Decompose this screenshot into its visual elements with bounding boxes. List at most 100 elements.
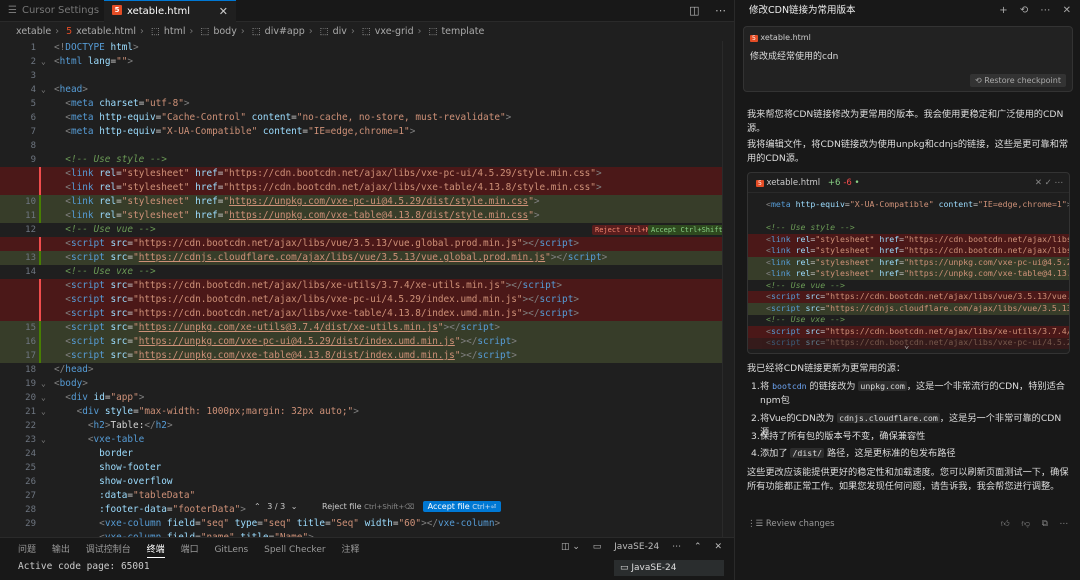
breadcrumb-item[interactable]: div xyxy=(333,26,347,37)
new-chat-icon[interactable]: + xyxy=(999,5,1007,16)
code-line-removed: <link rel="stylesheet" href="https://cdn… xyxy=(0,181,722,195)
code-line: 21 ⌄ <div style="max-width: 1000px;margin… xyxy=(25,406,359,417)
code-line: 19 ⌄ <body> xyxy=(25,378,88,389)
html5-icon: 5 xyxy=(756,180,764,187)
diff-counter: 3 / 3 xyxy=(267,502,286,511)
chat-title: 修改CDN链接为常用版本 xyxy=(749,5,856,16)
code-line-removed: <script src="https://cdn.bootcdn.net/aja… xyxy=(0,293,722,307)
editor-scrollbar[interactable] xyxy=(722,41,734,537)
panel-tab-problems[interactable]: 问题 xyxy=(18,545,36,555)
breadcrumb-item[interactable]: xetable xyxy=(16,26,51,37)
terminal-icon: ▭ xyxy=(592,542,602,552)
code-line: 24 border xyxy=(25,448,134,459)
code-line-removed: <script src="https://cdn.bootcdn.net/aja… xyxy=(0,237,722,251)
code-line: 22 <h2>Table:</h2> xyxy=(25,420,173,431)
thumbs-up-icon[interactable]: 👍︎ xyxy=(1001,519,1010,529)
chevron-up-icon[interactable]: ⌃ xyxy=(254,502,261,511)
breadcrumb-item[interactable]: div#app xyxy=(265,26,305,37)
history-icon[interactable]: ⟲ xyxy=(1020,5,1028,16)
chevron-down-icon[interactable]: ⌄ xyxy=(291,502,298,511)
copy-icon[interactable]: ⧉ xyxy=(1042,519,1048,529)
panel-tab-debug-console[interactable]: 调试控制台 xyxy=(86,545,131,555)
element-icon: ⬚ xyxy=(319,26,329,37)
breadcrumb-item[interactable]: body xyxy=(213,26,237,37)
breadcrumb-item[interactable]: vxe-grid xyxy=(375,26,414,37)
more-icon[interactable]: ⋯ xyxy=(1055,178,1064,188)
code-line-added: 17 <script src="https://unpkg.com/vxe-ta… xyxy=(0,349,722,363)
code-line: 25 show-footer xyxy=(25,462,162,473)
diff-review-bar: ⌃ 3 / 3 ⌄ Reject file Ctrl+Shift+⌫ Accep… xyxy=(248,499,502,515)
element-icon: ⬚ xyxy=(361,26,371,37)
more-icon[interactable]: ⋯ xyxy=(1060,519,1069,529)
breadcrumb-item[interactable]: xetable.html xyxy=(76,26,136,37)
chevron-down-icon[interactable]: ⌄ xyxy=(904,341,909,351)
accept-file-button[interactable]: Accept file Ctrl+⏎ xyxy=(422,501,502,512)
terminal-output[interactable]: Active code page: 65001 xyxy=(18,561,150,572)
code-editor[interactable]: 1 <!DOCTYPE html> 2 ⌄ <html lang=""> 3 4 ⌄ <h… xyxy=(0,41,734,537)
code-line: 29 <vxe-column field="seq" type="seq" ti… xyxy=(25,518,501,529)
review-changes-button[interactable]: ⋮☰ Review changes xyxy=(747,519,835,529)
tab-xetable-html[interactable]: 5 xetable.html ✕ xyxy=(104,0,236,22)
terminal-instance-tab[interactable]: ▭ JavaSE-24 xyxy=(614,560,724,576)
html5-icon: 5 xyxy=(750,35,758,42)
code-line: 5 <meta charset="utf-8"> xyxy=(30,98,190,109)
check-icon[interactable]: ✓ xyxy=(1045,178,1052,188)
element-icon: ⬚ xyxy=(150,26,160,37)
terminal-icon: ▭ xyxy=(620,563,632,573)
tab-bar: ☰ Cursor Settings 5 xetable.html ✕ ◫ ⋯ xyxy=(0,0,734,22)
more-icon[interactable]: ⋯ xyxy=(715,4,726,17)
code-line: 14 <!-- Use vxe --> xyxy=(25,266,156,277)
user-message[interactable]: 5 xetable.html 修改成经常使用的cdn ⟲ Restore che… xyxy=(743,26,1073,92)
more-icon[interactable]: ⋯ xyxy=(672,542,681,552)
close-icon[interactable]: ✕ xyxy=(219,1,228,23)
close-icon[interactable]: ✕ xyxy=(1063,5,1071,16)
panel-tab-output[interactable]: 输出 xyxy=(52,545,70,555)
assistant-text: 我已经将CDN链接更新为更常用的源： xyxy=(747,363,906,374)
html5-icon: 5 xyxy=(112,5,122,15)
code-line: 26 show-overflow xyxy=(25,476,173,487)
reject-change-button[interactable]: Reject Ctrl+N xyxy=(592,225,653,235)
split-terminal-icon[interactable]: ◫ ⌄ xyxy=(561,542,580,552)
settings-icon: ☰ xyxy=(8,5,17,16)
panel-tab-spell-checker[interactable]: Spell Checker xyxy=(264,545,325,555)
shell-label[interactable]: JavaSE-24 xyxy=(614,542,659,552)
card-filename[interactable]: xetable.html xyxy=(767,178,821,188)
thumbs-down-icon[interactable]: 👎︎ xyxy=(1021,519,1030,529)
code-change-card[interactable]: 5 xetable.html +6 -6 • ✕ ✓ ⋯ <meta http-e… xyxy=(747,172,1070,354)
window: ☰ Cursor Settings 5 xetable.html ✕ ◫ ⋯ xeta… xyxy=(0,0,1080,580)
split-editor-icon[interactable]: ◫ xyxy=(689,4,699,17)
panel-tab-terminal[interactable]: 终端 xyxy=(146,545,165,558)
panel-tab-ports[interactable]: 端口 xyxy=(181,545,199,555)
code-line: 6 <meta http-equiv="Cache-Control" conte… xyxy=(30,112,512,123)
element-icon: ⬚ xyxy=(251,26,261,37)
assistant-text: 我将编辑文件，将CDN链接改为使用unpkg和cdnjs的链接，这些是更可靠和常… xyxy=(747,139,1069,164)
user-message-text: 修改成经常使用的cdn xyxy=(750,52,839,62)
element-icon: ⬚ xyxy=(200,26,210,37)
chevron-up-icon[interactable]: ⌃ xyxy=(694,542,702,552)
code-line: 8 xyxy=(30,141,36,151)
code-line: 18 </head> xyxy=(25,364,94,375)
attached-file[interactable]: xetable.html xyxy=(760,33,810,42)
tab-cursor-settings[interactable]: ☰ Cursor Settings xyxy=(0,0,104,22)
code-line: 4 ⌄ <head> xyxy=(30,84,88,95)
code-line: 9 <!-- Use style --> xyxy=(30,154,167,165)
assistant-text: 这些更改应该能提供更好的稳定性和加载速度。您可以刷新页面测试一下，确保所有功能都… xyxy=(747,467,1069,492)
restore-icon: ⟲ xyxy=(975,76,985,85)
breadcrumb-item[interactable]: html xyxy=(164,26,186,37)
close-icon[interactable]: ✕ xyxy=(1035,178,1042,188)
code-line: 12 <!-- Use vue --> Reject Ctrl+N Accept… xyxy=(0,223,734,237)
restore-checkpoint-button[interactable]: ⟲ Restore checkpoint xyxy=(970,74,1066,87)
panel-tab-comments[interactable]: 注释 xyxy=(341,545,359,555)
close-panel-icon[interactable]: ✕ xyxy=(714,542,722,552)
code-line-added: 16 <script src="https://unpkg.com/vxe-pc… xyxy=(0,335,722,349)
code-line-added: 15 <script src="https://unpkg.com/xe-uti… xyxy=(0,321,722,335)
code-line-added: 11 <link rel="stylesheet" href="https://… xyxy=(0,209,722,223)
breadcrumb-item[interactable]: template xyxy=(441,26,484,37)
bottom-panel: 问题 输出 调试控制台 终端 端口 GitLens Spell Checker … xyxy=(0,537,734,580)
more-icon[interactable]: ⋯ xyxy=(1040,5,1050,16)
code-line: 20 ⌄ <div id="app"> xyxy=(25,392,145,403)
panel-tab-gitlens[interactable]: GitLens xyxy=(214,545,248,555)
reject-file-button[interactable]: Reject file Ctrl+Shift+⌫ xyxy=(322,502,414,511)
code-line: 1 <!DOCTYPE html> xyxy=(30,42,139,53)
html5-icon: 5 xyxy=(66,26,73,37)
